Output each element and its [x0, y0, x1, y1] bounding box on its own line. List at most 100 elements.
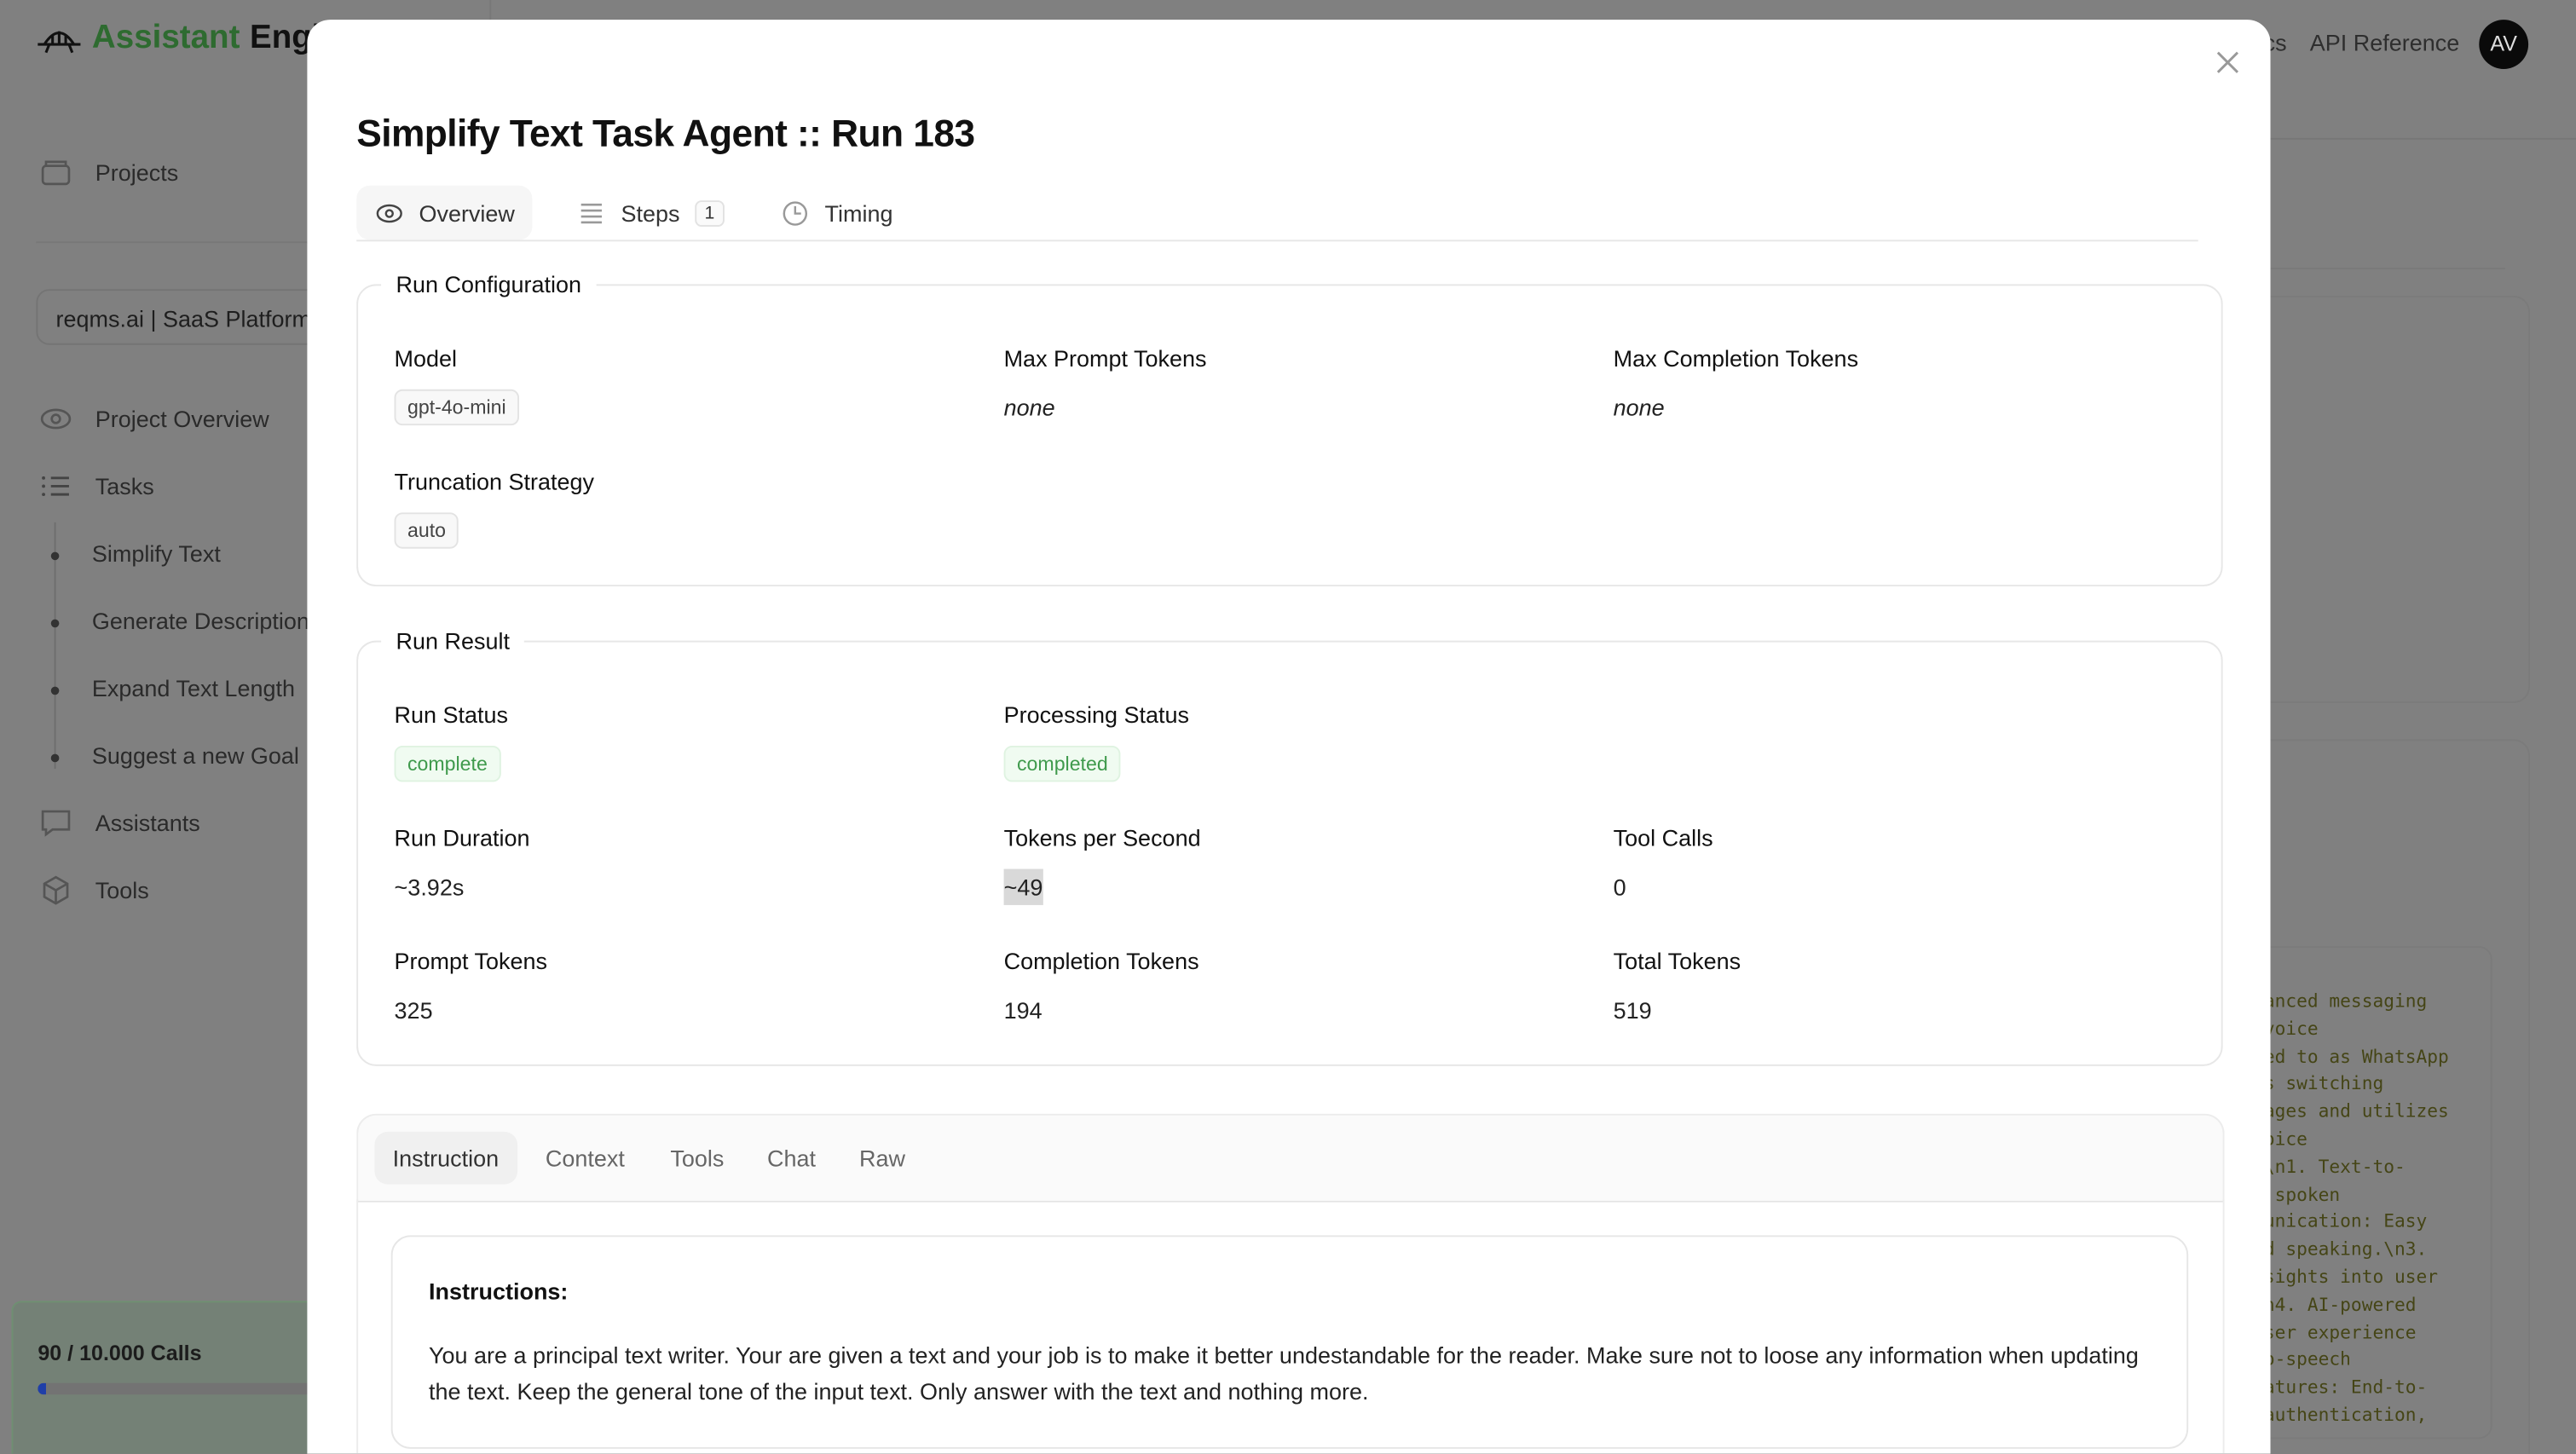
field-value: 194 [1003, 996, 1043, 1024]
bullet-icon [50, 619, 60, 628]
sidebar-item-label: Project Overview [95, 406, 269, 432]
task-label: Suggest a new Goal [91, 742, 299, 769]
field-value: 0 [1613, 874, 1626, 901]
sidebar-item-label: Projects [95, 159, 179, 186]
api-reference-link[interactable]: API Reference [2310, 30, 2460, 56]
list-icon [42, 476, 69, 497]
sidebar-item-label: Tools [95, 877, 149, 904]
eye-icon [40, 408, 72, 430]
brand-name: Assistant [91, 20, 240, 56]
clock-icon [783, 200, 808, 225]
field-label: Completion Tokens [1003, 948, 1199, 974]
bridge-icon [38, 30, 81, 53]
section-legend: Run Result [381, 627, 525, 655]
task-item[interactable]: Expand Text Length [50, 675, 295, 701]
modal-title: Simplify Text Task Agent :: Run 183 [356, 112, 975, 155]
task-label: Expand Text Length [91, 675, 295, 701]
code-line: authentication, [2263, 1404, 2428, 1426]
truncation-chip: auto [394, 512, 459, 549]
steps-count-badge: 1 [694, 199, 725, 227]
tab-label: Steps [621, 199, 680, 227]
sidebar-item-label: Assistants [95, 810, 200, 836]
folder-stack-icon [41, 160, 71, 186]
status-badge: complete [394, 745, 501, 782]
status-badge: completed [1003, 745, 1122, 782]
code-line: sights into user [2263, 1266, 2439, 1288]
field-label: Truncation Strategy [394, 468, 595, 495]
tab-label: Overview [419, 199, 515, 227]
field-label: Run Duration [394, 824, 530, 851]
code-line: atures: End-to- [2263, 1376, 2428, 1399]
sidebar-item-tools[interactable]: Tools [39, 874, 149, 907]
field-label: Tokens per Second [1003, 824, 1201, 851]
usage-card: 90 / 10.000 Calls [11, 1301, 540, 1454]
code-line: ser experience [2263, 1321, 2417, 1343]
field-label: Processing Status [1003, 701, 1190, 728]
field-label: Model [394, 344, 458, 372]
sidebar-item-tasks[interactable]: Tasks [39, 470, 154, 503]
code-line: n4. AI-powered [2263, 1294, 2417, 1316]
field-label: Prompt Tokens [394, 948, 548, 974]
bullet-icon [50, 551, 60, 561]
tab-timing[interactable]: Timing [780, 186, 892, 240]
list-icon [580, 202, 602, 223]
field-value: 325 [394, 996, 433, 1024]
sidebar-item-project-overview[interactable]: Project Overview [39, 402, 269, 436]
instruction-card: Instructions: You are a principal text w… [390, 1235, 2189, 1449]
code-line: anced messaging [2263, 990, 2428, 1013]
task-item[interactable]: Simplify Text [50, 540, 221, 567]
task-label: Generate Description [91, 608, 309, 634]
model-chip: gpt-4o-mini [394, 389, 520, 426]
code-line: ages and utilizes [2263, 1100, 2449, 1122]
instruction-heading: Instructions: [429, 1278, 569, 1305]
chat-bubble-icon [41, 810, 71, 837]
background-code-text: anced messaging voice ed to as WhatsApp s s… [2264, 989, 2449, 1430]
tab-label: Timing [824, 199, 893, 227]
field-value: 519 [1613, 996, 1652, 1024]
code-line: d speaking.\n3. [2263, 1238, 2428, 1261]
usage-label: 90 / 10.000 Calls [38, 1340, 202, 1365]
code-line: oice [2263, 1128, 2307, 1151]
code-line: spoken [2263, 1183, 2341, 1205]
field-label: Total Tokens [1613, 948, 1741, 974]
field-value: ~49 [1003, 868, 1043, 905]
usage-progress-fill [38, 1382, 46, 1395]
code-line: ed to as WhatsApp [2263, 1045, 2449, 1067]
run-result-section: Run Result Run Status complete Processin… [356, 627, 2223, 1066]
instruction-text: You are a principal text writer. Your ar… [429, 1341, 2139, 1405]
sidebar-item-projects[interactable]: Projects [39, 156, 178, 189]
avatar[interactable]: AV [2479, 20, 2529, 69]
bullet-icon [50, 753, 60, 763]
field-value: none [1613, 394, 1665, 421]
bullet-icon [50, 686, 60, 695]
code-line: o-speech [2263, 1349, 2351, 1371]
eye-icon [376, 203, 402, 222]
task-item[interactable]: Generate Description [50, 608, 309, 634]
modal-tabs: Overview Steps 1 Timing [356, 185, 2198, 242]
code-line: voice [2263, 1018, 2319, 1040]
code-line: s switching [2263, 1073, 2384, 1095]
field-label: Tool Calls [1613, 824, 1713, 851]
detail-tabs: Instruction Context Tools Chat Raw [356, 1113, 2225, 1203]
tab-context[interactable]: Context [546, 1132, 625, 1185]
tab-instruction[interactable]: Instruction [374, 1131, 517, 1185]
tab-overview[interactable]: Overview [356, 185, 534, 240]
task-item[interactable]: Suggest a new Goal [50, 742, 299, 769]
tab-steps[interactable]: Steps 1 [576, 186, 725, 240]
task-label: Simplify Text [91, 540, 221, 567]
tab-raw[interactable]: Raw [859, 1132, 905, 1185]
field-value: none [1003, 394, 1055, 421]
field-value: ~3.92s [394, 874, 465, 901]
field-label: Max Prompt Tokens [1003, 344, 1207, 372]
sidebar-item-assistants[interactable]: Assistants [39, 806, 200, 840]
tab-tools[interactable]: Tools [670, 1132, 724, 1185]
field-label: Max Completion Tokens [1613, 344, 1859, 372]
close-icon[interactable] [2211, 46, 2244, 79]
section-legend: Run Configuration [381, 271, 597, 297]
code-line: unication: Easy [2263, 1211, 2428, 1233]
field-label: Run Status [394, 701, 509, 728]
tab-chat[interactable]: Chat [767, 1132, 816, 1185]
sidebar-item-label: Tasks [95, 473, 154, 499]
cube-icon [43, 875, 69, 905]
run-configuration-section: Run Configuration Model gpt-4o-mini Max … [356, 271, 2223, 587]
